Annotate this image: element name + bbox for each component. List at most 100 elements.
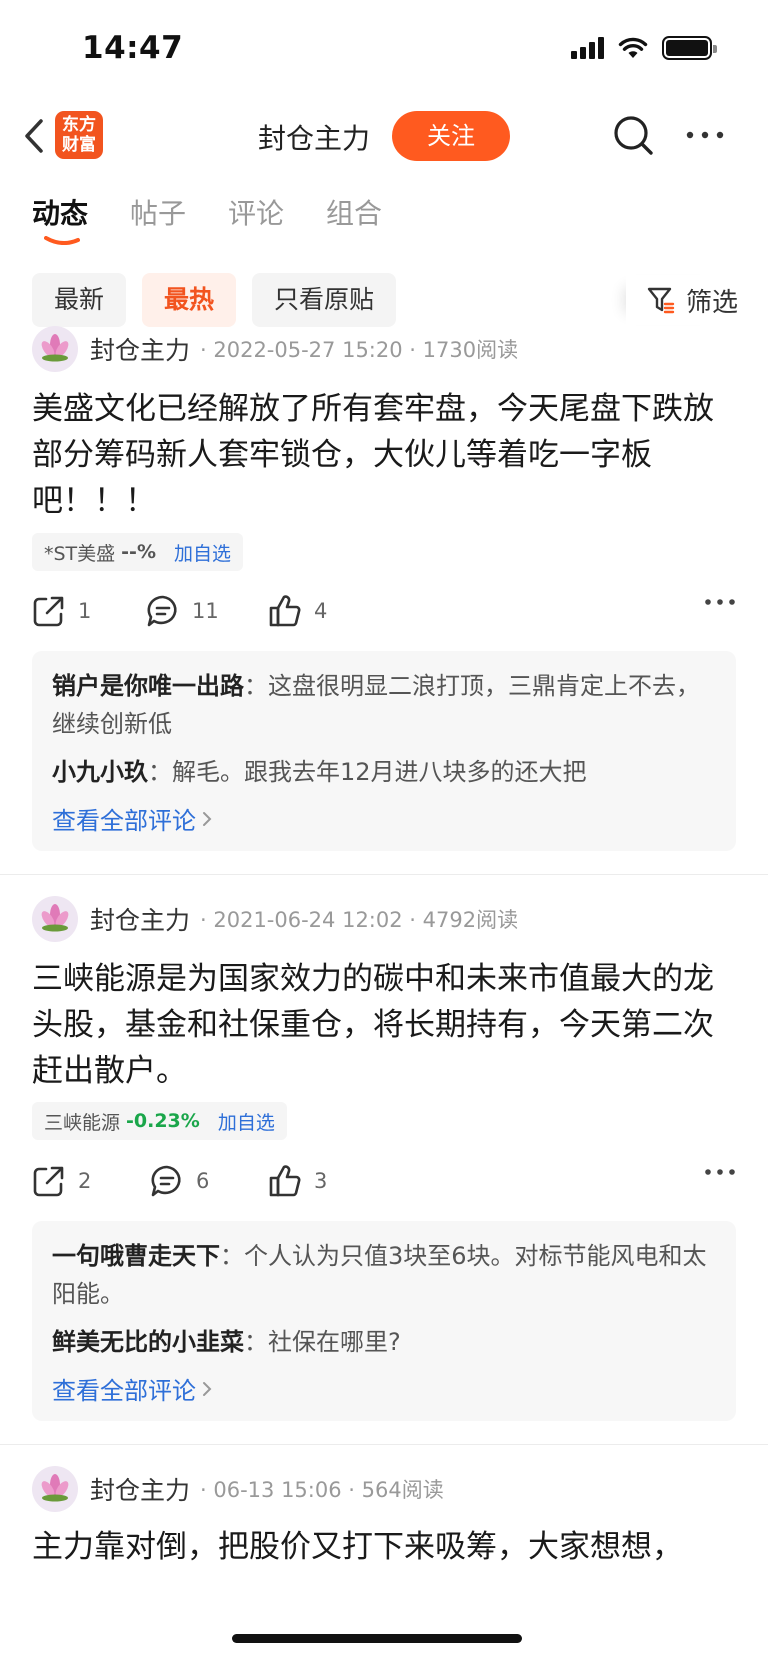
- back-button[interactable]: [14, 114, 54, 158]
- more-dots-icon: [705, 1169, 735, 1175]
- comment-preview[interactable]: 一句哦曹走天下：个人认为只值3块至6块。对标节能风电和太阳能。 鲜美无比的小韭菜…: [32, 1221, 736, 1421]
- chevron-right-icon: [203, 811, 212, 826]
- like-count: 4: [314, 599, 328, 623]
- view-all-label: 查看全部评论: [52, 1377, 196, 1405]
- status-bar: 14:47: [0, 0, 768, 100]
- post-text[interactable]: 主力靠对倒，把股价又打下来吸筹，大家想想，: [32, 1524, 736, 1570]
- comment-count: 11: [192, 599, 219, 623]
- comment-preview[interactable]: 销户是你唯一出路：这盘很明显二浪打顶，三鼎肯定上不去，继续创新低 小九小玖：解毛…: [32, 651, 736, 851]
- status-icons: [571, 36, 717, 60]
- avatar[interactable]: [32, 1466, 78, 1512]
- tab-label: 帖子: [130, 197, 187, 230]
- comment-separator: ：: [220, 1242, 244, 1270]
- cellular-signal-icon: [571, 37, 604, 59]
- home-indicator: [232, 1634, 522, 1643]
- more-dots-icon: [686, 131, 724, 139]
- comment-button[interactable]: 6: [150, 1158, 209, 1204]
- share-icon: [33, 596, 64, 627]
- share-button[interactable]: 1: [32, 588, 91, 634]
- app-logo[interactable]: 东方财富: [55, 111, 103, 159]
- stock-tag[interactable]: 三峡能源 -0.23% 加自选: [32, 1102, 287, 1140]
- search-icon: [614, 116, 653, 155]
- lotus-flower-icon: [41, 334, 69, 362]
- tab-label: 评论: [228, 197, 285, 230]
- share-count: 1: [78, 599, 92, 623]
- comment-icon: [147, 595, 177, 627]
- sort-filter-chips: 最新 最热 只看原贴: [32, 273, 397, 327]
- lotus-flower-icon: [41, 904, 69, 932]
- chip-latest[interactable]: 最新: [32, 273, 127, 327]
- tab-portfolio[interactable]: 组合: [326, 192, 382, 252]
- chip-hottest[interactable]: 最热: [142, 273, 237, 327]
- stock-change: --%: [121, 541, 156, 563]
- post-text[interactable]: 三峡能源是为国家效力的碳中和未来市值最大的龙头股，基金和社保重仓，将长期持有，今…: [32, 956, 736, 1094]
- tab-dynamics[interactable]: 动态: [32, 192, 88, 252]
- tab-posts[interactable]: 帖子: [130, 192, 186, 252]
- share-icon: [33, 1166, 64, 1197]
- post-card: 封仓主力 · 2021-06-24 12:02 · 4792阅读 三峡能源是为国…: [0, 896, 768, 1426]
- post-text[interactable]: 美盛文化已经解放了所有套牢盘，今天尾盘下跌放部分筹码新人套牢锁仓，大伙儿等着吃一…: [32, 386, 736, 524]
- author-name[interactable]: 封仓主力: [90, 331, 190, 367]
- post-card: 封仓主力 · 2022-05-27 15:20 · 1730阅读 美盛文化已经解…: [0, 326, 768, 856]
- view-all-comments-link[interactable]: 查看全部评论: [52, 801, 716, 836]
- post-divider: [0, 1444, 768, 1445]
- post-meta: · 2021-06-24 12:02 · 4792阅读: [200, 908, 519, 932]
- page-title: 封仓主力: [258, 122, 371, 155]
- follow-button[interactable]: 关注: [392, 111, 510, 161]
- comment-text: 社保在哪里?: [268, 1328, 401, 1356]
- add-watchlist-link[interactable]: 加自选: [218, 1108, 275, 1135]
- commenter-name[interactable]: 销户是你唯一出路: [52, 672, 244, 700]
- commenter-name[interactable]: 鲜美无比的小韭菜: [52, 1328, 244, 1356]
- chip-original-only[interactable]: 只看原贴: [252, 273, 397, 327]
- post-header: 封仓主力 · 2021-06-24 12:02 · 4792阅读: [32, 896, 518, 942]
- logo-text: 东方财富: [62, 115, 96, 155]
- comment-item: 销户是你唯一出路：这盘很明显二浪打顶，三鼎肯定上不去，继续创新低: [52, 667, 716, 743]
- avatar[interactable]: [32, 326, 78, 372]
- post-more-button[interactable]: [704, 1162, 736, 1181]
- lotus-flower-icon: [41, 1474, 69, 1502]
- stock-name: 三峡能源: [44, 1111, 121, 1134]
- wifi-icon: [618, 37, 648, 58]
- comment-text: 解毛。跟我去年12月进八块多的还大把: [172, 758, 587, 786]
- like-button[interactable]: 4: [268, 588, 327, 634]
- comment-item: 一句哦曹走天下：个人认为只值3块至6块。对标节能风电和太阳能。: [52, 1237, 716, 1313]
- author-name[interactable]: 封仓主力: [90, 1471, 190, 1507]
- post-actions: 2 6 3: [32, 1158, 736, 1204]
- comment-separator: ：: [148, 758, 172, 786]
- filter-icon: [647, 287, 675, 314]
- post-header: 封仓主力 · 2022-05-27 15:20 · 1730阅读: [32, 326, 518, 372]
- filter-label: 筛选: [685, 287, 738, 318]
- tab-comments[interactable]: 评论: [228, 192, 284, 252]
- thumbs-up-icon: [269, 595, 301, 627]
- filter-button[interactable]: 筛选: [626, 275, 738, 325]
- status-time: 14:47: [82, 30, 184, 66]
- post-more-button[interactable]: [704, 592, 736, 611]
- avatar[interactable]: [32, 896, 78, 942]
- comment-count: 6: [196, 1169, 210, 1193]
- comment-separator: ：: [244, 1328, 268, 1356]
- share-button[interactable]: 2: [32, 1158, 91, 1204]
- view-all-comments-link[interactable]: 查看全部评论: [52, 1371, 716, 1406]
- more-dots-icon: [705, 599, 735, 605]
- comment-item: 鲜美无比的小韭菜：社保在哪里?: [52, 1323, 716, 1361]
- post-meta: · 2022-05-27 15:20 · 1730阅读: [200, 338, 519, 362]
- stock-tag[interactable]: *ST美盛 --% 加自选: [32, 533, 243, 571]
- post-meta: · 06-13 15:06 · 564阅读: [200, 1478, 444, 1502]
- stock-change: -0.23%: [126, 1110, 200, 1132]
- like-button[interactable]: 3: [268, 1158, 327, 1204]
- active-tab-indicator: [44, 236, 80, 245]
- share-count: 2: [78, 1169, 92, 1193]
- comment-separator: ：: [244, 672, 268, 700]
- chevron-right-icon: [203, 1381, 212, 1396]
- comment-button[interactable]: 11: [146, 588, 219, 634]
- profile-tabs: 动态 帖子 评论 组合: [32, 192, 382, 252]
- commenter-name[interactable]: 小九小玖: [52, 758, 148, 786]
- commenter-name[interactable]: 一句哦曹走天下: [52, 1242, 220, 1270]
- comment-icon: [151, 1165, 181, 1197]
- search-button[interactable]: [608, 110, 658, 160]
- chevron-left-icon: [25, 119, 43, 153]
- more-options-button[interactable]: [680, 110, 730, 160]
- stock-name: *ST美盛: [44, 542, 116, 565]
- add-watchlist-link[interactable]: 加自选: [174, 539, 231, 566]
- author-name[interactable]: 封仓主力: [90, 901, 190, 937]
